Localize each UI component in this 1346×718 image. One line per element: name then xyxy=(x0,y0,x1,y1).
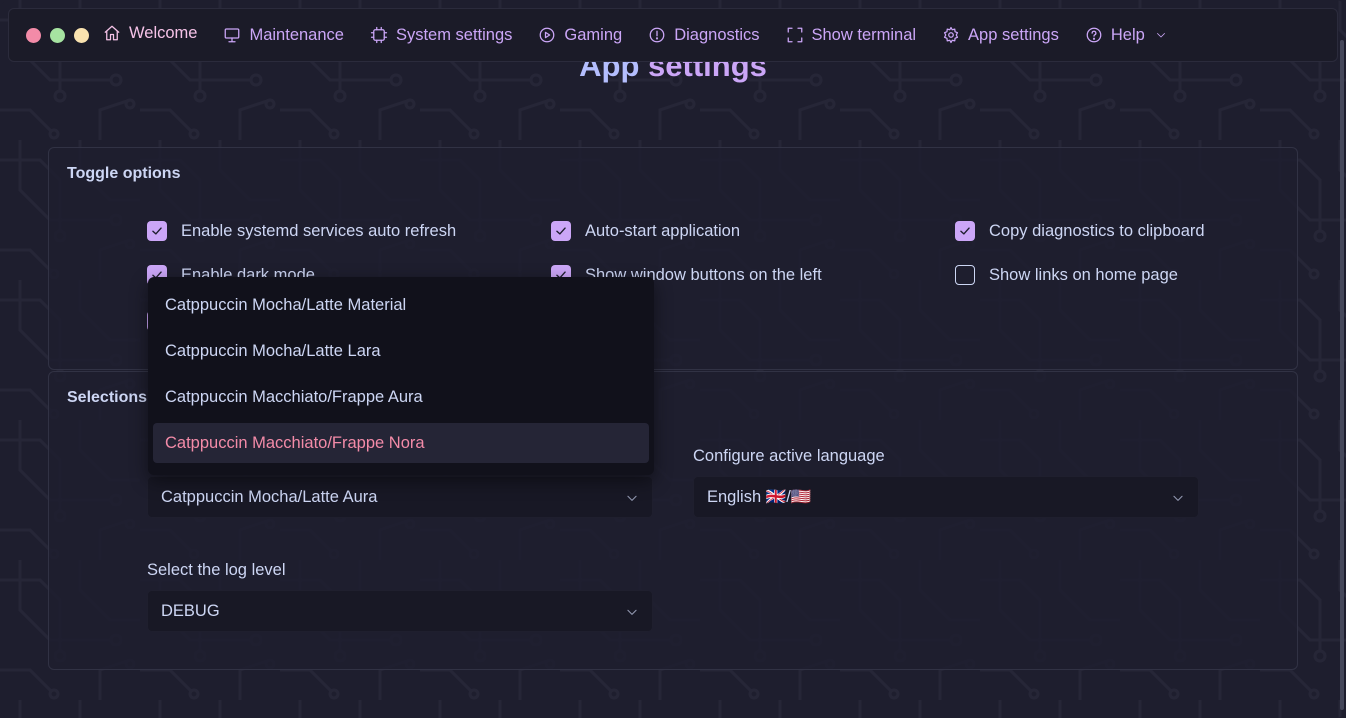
nav-gaming[interactable]: Gaming xyxy=(528,9,638,61)
checkbox-label: Show links on home page xyxy=(989,265,1178,284)
top-navbar: Welcome Maintenance System settings Gami… xyxy=(8,8,1338,62)
nav-gaming-label: Gaming xyxy=(564,25,623,44)
theme-select[interactable]: Catppuccin Mocha/Latte Aura xyxy=(147,476,653,518)
nav-app-settings-label: App settings xyxy=(968,25,1059,44)
checkbox-label: Copy diagnostics to clipboard xyxy=(989,221,1205,240)
check-icon xyxy=(556,227,566,235)
theme-option[interactable]: Catppuccin Mocha/Latte Lara xyxy=(153,331,649,371)
chevron-down-icon xyxy=(627,609,637,615)
log-level-select-value: DEBUG xyxy=(161,601,220,620)
nav-diagnostics[interactable]: Diagnostics xyxy=(638,9,775,61)
language-select-value: English 🇬🇧/🇺🇸 xyxy=(707,487,812,506)
nav-help-label: Help xyxy=(1110,25,1145,44)
nav-diagnostics-label: Diagnostics xyxy=(674,25,760,44)
theme-option[interactable]: Catppuccin Mocha/Latte Material xyxy=(153,285,649,325)
nav-show-terminal-label: Show terminal xyxy=(811,25,917,44)
chevron-down-icon xyxy=(627,495,637,501)
checkbox-box[interactable] xyxy=(955,221,975,241)
nav-system-settings[interactable]: System settings xyxy=(360,9,528,61)
checkbox-copy-diagnostics[interactable]: Copy diagnostics to clipboard xyxy=(955,221,1205,241)
checkbox-label: Auto-start application xyxy=(585,221,741,240)
monitor-icon xyxy=(225,28,240,43)
theme-option[interactable]: Catppuccin Macchiato/Frappe Aura xyxy=(153,377,649,417)
checkbox-show-links[interactable]: Show links on home page xyxy=(955,265,1178,285)
vertical-scrollbar[interactable] xyxy=(1340,40,1344,710)
nav-welcome-label: Welcome xyxy=(129,23,198,42)
language-label: Configure active language xyxy=(693,447,885,465)
theme-option-highlighted[interactable]: Catppuccin Macchiato/Frappe Nora xyxy=(153,423,649,463)
maximize-window-button[interactable] xyxy=(50,27,65,43)
chevron-down-icon xyxy=(1156,33,1165,38)
check-icon xyxy=(960,227,970,235)
checkbox-box[interactable] xyxy=(551,221,571,241)
app-window: Welcome Maintenance System settings Gami… xyxy=(0,0,1346,718)
chevron-down-icon xyxy=(1173,495,1183,501)
checkbox-systemd-auto-refresh[interactable]: Enable systemd services auto refresh xyxy=(147,221,456,241)
theme-select-value: Catppuccin Mocha/Latte Aura xyxy=(161,487,378,506)
gear-icon xyxy=(943,26,959,44)
close-window-button[interactable] xyxy=(26,27,41,43)
checkbox-auto-start[interactable]: Auto-start application xyxy=(551,221,740,241)
cpu-icon xyxy=(370,26,388,44)
nav-welcome[interactable]: Welcome xyxy=(103,7,213,59)
info-circle-icon xyxy=(649,27,665,43)
nav-show-terminal[interactable]: Show terminal xyxy=(776,9,933,61)
fullscreen-icon xyxy=(787,27,802,43)
toggle-options-heading: Toggle options xyxy=(67,165,181,182)
nav-maintenance[interactable]: Maintenance xyxy=(213,9,359,61)
nav-maintenance-label: Maintenance xyxy=(249,25,344,44)
checkbox-box[interactable] xyxy=(147,221,167,241)
nav-help[interactable]: Help xyxy=(1075,9,1183,61)
check-icon xyxy=(152,227,162,235)
window-controls xyxy=(26,27,89,43)
log-level-label: Select the log level xyxy=(147,561,286,579)
checkbox-box[interactable] xyxy=(955,265,975,285)
minimize-window-button[interactable] xyxy=(74,27,89,43)
play-circle-icon xyxy=(540,27,555,43)
checkbox-label: Enable systemd services auto refresh xyxy=(181,221,457,240)
nav-system-settings-label: System settings xyxy=(395,25,513,44)
home-icon xyxy=(104,25,120,41)
language-select[interactable]: English 🇬🇧/🇺🇸 xyxy=(693,476,1199,518)
theme-dropdown-menu: Catppuccin Mocha/Latte Material Catppucc… xyxy=(148,277,654,475)
log-level-select[interactable]: DEBUG xyxy=(147,590,653,632)
nav-app-settings[interactable]: App settings xyxy=(932,9,1075,61)
selections-heading: Selections xyxy=(67,389,148,406)
help-circle-icon xyxy=(1086,27,1102,43)
